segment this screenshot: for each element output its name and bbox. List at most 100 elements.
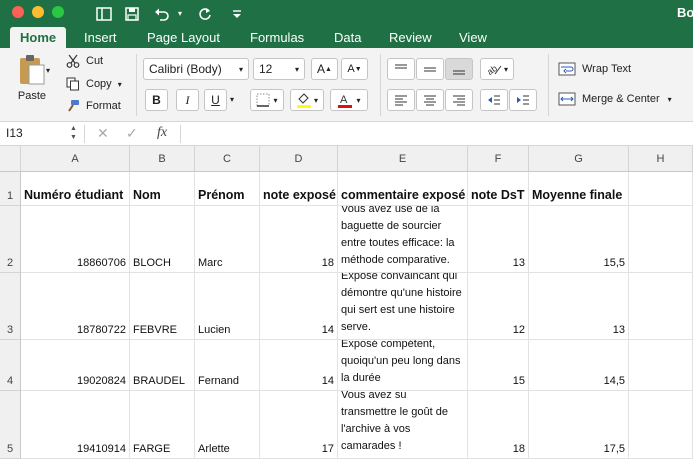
cancel-icon[interactable]: ✕ <box>97 125 109 142</box>
align-middle-button[interactable] <box>416 58 444 80</box>
font-size-select[interactable]: 12 ▾ <box>253 58 305 80</box>
cell-c4[interactable]: Fernand <box>195 340 260 391</box>
cell-g3[interactable]: 13 <box>529 273 629 340</box>
tab-formulas[interactable]: Formulas <box>250 27 304 48</box>
cell-h3[interactable] <box>629 273 693 340</box>
cell-f2[interactable]: 13 <box>468 206 529 273</box>
tab-data[interactable]: Data <box>334 27 361 48</box>
orientation-button[interactable]: ab ▾ <box>480 58 514 80</box>
increase-indent-button[interactable] <box>509 89 537 111</box>
tab-home[interactable]: Home <box>10 27 67 48</box>
cut-button[interactable]: Cut <box>66 53 103 69</box>
cell-e2[interactable]: Vous avez usé de la baguette de sourcier… <box>338 206 468 273</box>
name-box-stepper-icon[interactable]: ▲ ▼ <box>70 124 77 142</box>
row-header-3[interactable]: 3 <box>0 273 21 340</box>
window-minimize-button[interactable] <box>32 6 44 18</box>
cell-b4[interactable]: BRAUDEL <box>130 340 195 391</box>
underline-dropdown-icon[interactable]: ▾ <box>230 95 234 104</box>
cell-a2[interactable]: 18860706 <box>21 206 130 273</box>
row-header-2[interactable]: 2 <box>0 206 21 273</box>
italic-button[interactable]: I <box>176 89 199 111</box>
cell-a3[interactable]: 18780722 <box>21 273 130 340</box>
column-header-c[interactable]: C <box>195 146 260 172</box>
row-header-4[interactable]: 4 <box>0 340 21 391</box>
cell-c2[interactable]: Marc <box>195 206 260 273</box>
underline-button[interactable]: U <box>204 89 227 111</box>
customize-toolbar-icon[interactable] <box>230 4 244 23</box>
fill-color-button[interactable]: ▾ <box>290 89 324 111</box>
cell-e4[interactable]: Exposé compétent, quoiqu'un peu long dan… <box>338 340 468 391</box>
increase-font-size-button[interactable]: A ▲ <box>311 58 338 80</box>
cell-c1[interactable]: Prénom <box>195 172 260 206</box>
row-header-1[interactable]: 1 <box>0 172 21 206</box>
column-header-g[interactable]: G <box>529 146 629 172</box>
column-header-b[interactable]: B <box>130 146 195 172</box>
tab-review[interactable]: Review <box>389 27 432 48</box>
cell-f1[interactable]: note DsT <box>468 172 529 206</box>
cell-c5[interactable]: Arlette <box>195 391 260 459</box>
formula-input[interactable] <box>186 126 689 142</box>
cell-h5[interactable] <box>629 391 693 459</box>
column-header-h[interactable]: H <box>629 146 693 172</box>
cell-c3[interactable]: Lucien <box>195 273 260 340</box>
tab-page-layout[interactable]: Page Layout <box>147 27 220 48</box>
name-box[interactable]: I13 <box>6 126 78 142</box>
tab-insert[interactable]: Insert <box>84 27 117 48</box>
cell-h4[interactable] <box>629 340 693 391</box>
redo-icon[interactable] <box>196 4 214 23</box>
cell-b3[interactable]: FEBVRE <box>130 273 195 340</box>
window-maximize-button[interactable] <box>52 6 64 18</box>
format-painter-button[interactable]: Format <box>66 98 121 114</box>
cell-e3[interactable]: Exposé convaincant qui démontre qu'une h… <box>338 273 468 340</box>
cell-b2[interactable]: BLOCH <box>130 206 195 273</box>
borders-button[interactable]: ▾ <box>250 89 284 111</box>
cell-d2[interactable]: 18 <box>260 206 338 273</box>
cell-d1[interactable]: note exposé <box>260 172 338 206</box>
cell-h2[interactable] <box>629 206 693 273</box>
cell-d4[interactable]: 14 <box>260 340 338 391</box>
paste-button[interactable]: Paste <box>8 54 56 114</box>
column-header-d[interactable]: D <box>260 146 338 172</box>
copy-dropdown-icon[interactable]: ▾ <box>118 80 122 89</box>
column-header-a[interactable]: A <box>21 146 130 172</box>
enter-check-icon[interactable]: ✓ <box>126 125 138 142</box>
cell-a5[interactable]: 19410914 <box>21 391 130 459</box>
font-name-select[interactable]: Calibri (Body) ▾ <box>143 58 249 80</box>
align-right-button[interactable] <box>445 89 473 111</box>
cell-b5[interactable]: FARGE <box>130 391 195 459</box>
cell-h1[interactable] <box>629 172 693 206</box>
cell-f4[interactable]: 15 <box>468 340 529 391</box>
cell-e5[interactable]: Vous avez su transmettre le goût de l'ar… <box>338 391 468 459</box>
align-center-button[interactable] <box>416 89 444 111</box>
align-bottom-button[interactable] <box>445 58 473 80</box>
cell-g5[interactable]: 17,5 <box>529 391 629 459</box>
align-top-button[interactable] <box>387 58 415 80</box>
cell-e1[interactable]: commentaire exposé <box>338 172 468 206</box>
select-all-corner[interactable] <box>0 146 21 172</box>
bold-button[interactable]: B <box>145 89 168 111</box>
column-header-f[interactable]: F <box>468 146 529 172</box>
tab-view[interactable]: View <box>459 27 487 48</box>
save-icon[interactable] <box>122 4 142 23</box>
font-color-button[interactable]: A ▾ <box>330 89 368 111</box>
align-left-button[interactable] <box>387 89 415 111</box>
window-close-button[interactable] <box>12 6 24 18</box>
wrap-text-button[interactable]: Wrap Text <box>558 61 631 77</box>
cell-g2[interactable]: 15,5 <box>529 206 629 273</box>
insert-function-icon[interactable]: fx <box>157 125 167 141</box>
cell-a1[interactable]: Numéro étudiant <box>21 172 130 206</box>
cell-d5[interactable]: 17 <box>260 391 338 459</box>
merge-center-button[interactable]: Merge & Center ▾ <box>558 91 672 107</box>
cell-f3[interactable]: 12 <box>468 273 529 340</box>
undo-icon[interactable] <box>151 4 173 23</box>
cell-d3[interactable]: 14 <box>260 273 338 340</box>
cell-g4[interactable]: 14,5 <box>529 340 629 391</box>
cell-b1[interactable]: Nom <box>130 172 195 206</box>
cell-a4[interactable]: 19020824 <box>21 340 130 391</box>
decrease-font-size-button[interactable]: A ▼ <box>341 58 368 80</box>
row-header-5[interactable]: 5 <box>0 391 21 459</box>
cell-g1[interactable]: Moyenne finale <box>529 172 629 206</box>
sidebar-toggle-icon[interactable] <box>94 4 114 23</box>
decrease-indent-button[interactable] <box>480 89 508 111</box>
undo-dropdown-icon[interactable]: ▾ <box>175 4 185 23</box>
